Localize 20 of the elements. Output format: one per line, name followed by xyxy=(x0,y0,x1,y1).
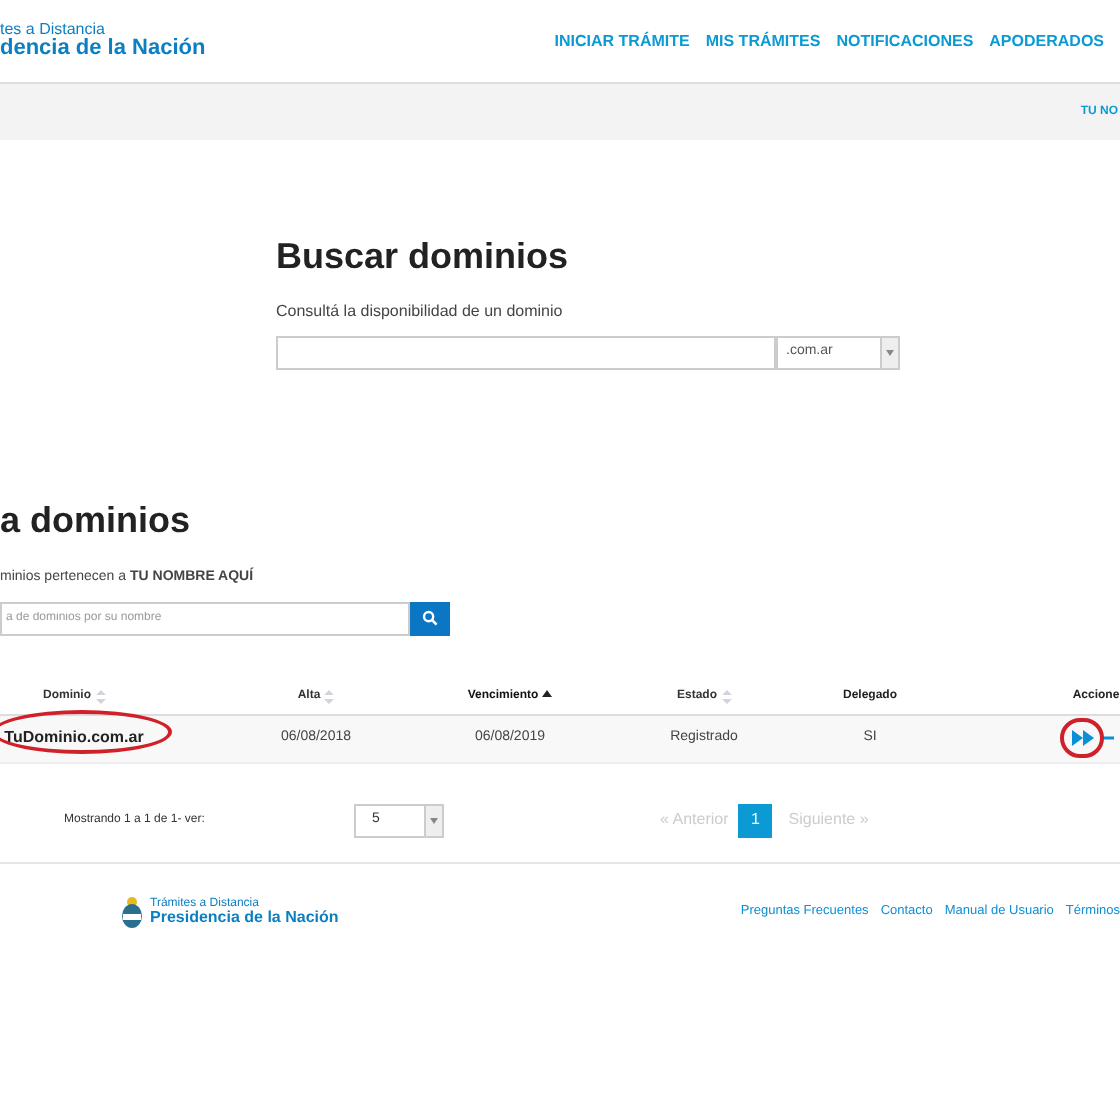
section-title: Buscar dominios xyxy=(276,234,569,280)
caret-icon xyxy=(886,350,894,356)
domain-name: TuDominio.com.ar xyxy=(4,726,144,750)
nav-link[interactable]: MIS TRÁMITES xyxy=(705,29,821,53)
domain-input[interactable] xyxy=(276,336,776,370)
section-title: a dominios xyxy=(0,498,191,544)
fast-forward-icon[interactable] xyxy=(1072,730,1094,746)
section-subtitle: Consultá la disponibilidad de un dominio xyxy=(276,300,563,324)
search-button[interactable] xyxy=(410,601,450,635)
coat-of-arms-icon xyxy=(120,895,144,927)
nav-link[interactable]: APODERADOS xyxy=(989,29,1104,53)
logo-text: dencia de la Nación xyxy=(0,38,206,60)
caret-icon xyxy=(430,817,438,823)
nav-link[interactable]: NOTIFICACIONES xyxy=(836,29,974,53)
page-button[interactable]: 1 xyxy=(738,803,773,837)
nav-link[interactable]: INICIAR TRÁMITE xyxy=(554,29,690,53)
logo-text: Presidencia de la Nación xyxy=(150,909,339,925)
search-icon xyxy=(422,610,438,626)
sort-ascending-icon[interactable] xyxy=(542,689,553,703)
logo-text: tes a Distancia xyxy=(0,22,105,38)
